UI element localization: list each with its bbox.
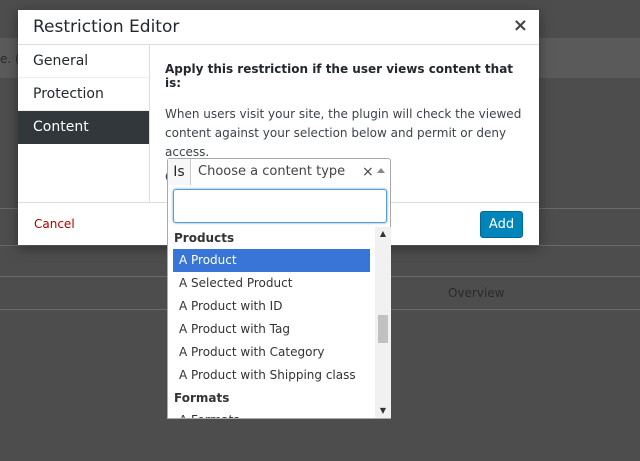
- group-label-formats: Formats: [174, 391, 230, 405]
- add-button[interactable]: Add: [480, 211, 523, 238]
- list-item[interactable]: A Formats: [173, 409, 370, 418]
- select-placeholder: Choose a content type: [198, 164, 346, 179]
- background-overview-label: Overview: [448, 286, 505, 300]
- modal-header: Restriction Editor ×: [18, 10, 539, 45]
- dropdown-scrollbar[interactable]: ▲ ▼: [375, 227, 391, 418]
- list-item[interactable]: A Product with ID: [173, 295, 370, 318]
- group-label-products: Products: [174, 231, 235, 245]
- select-dropdown: Products A Product A Selected Product A …: [167, 185, 391, 419]
- description-line: When users visit your site, the plugin w…: [165, 107, 522, 121]
- content-type-select[interactable]: Is Choose a content type ×: [167, 158, 391, 186]
- list-item[interactable]: A Product: [173, 249, 370, 272]
- list-item[interactable]: A Product with Tag: [173, 318, 370, 341]
- list-item[interactable]: A Product with Shipping class: [173, 364, 370, 387]
- search-input[interactable]: [173, 189, 387, 223]
- tab-general[interactable]: General: [18, 45, 149, 78]
- clear-icon[interactable]: ×: [362, 159, 374, 185]
- scrollbar-thumb[interactable]: [378, 315, 388, 343]
- scroll-up-icon[interactable]: ▲: [375, 227, 391, 241]
- background-fragment-text: e. (: [0, 52, 20, 66]
- options-list: Products A Product A Selected Product A …: [168, 227, 374, 418]
- modal-title: Restriction Editor: [33, 17, 180, 37]
- list-item[interactable]: A Product with Category: [173, 341, 370, 364]
- chevron-up-icon[interactable]: [377, 168, 385, 173]
- content-description: When users visit your site, the plugin w…: [165, 105, 525, 162]
- close-icon[interactable]: ×: [513, 16, 528, 36]
- operator-label[interactable]: Is: [168, 159, 191, 185]
- tab-list: General Protection Content: [18, 45, 150, 203]
- description-line: content against your selection below and…: [165, 126, 507, 159]
- tab-protection[interactable]: Protection: [18, 78, 149, 111]
- scroll-down-icon[interactable]: ▼: [375, 404, 391, 418]
- list-item[interactable]: A Selected Product: [173, 272, 370, 295]
- content-heading: Apply this restriction if the user views…: [165, 62, 514, 90]
- tab-content[interactable]: Content: [18, 111, 149, 144]
- cancel-link[interactable]: Cancel: [34, 217, 75, 231]
